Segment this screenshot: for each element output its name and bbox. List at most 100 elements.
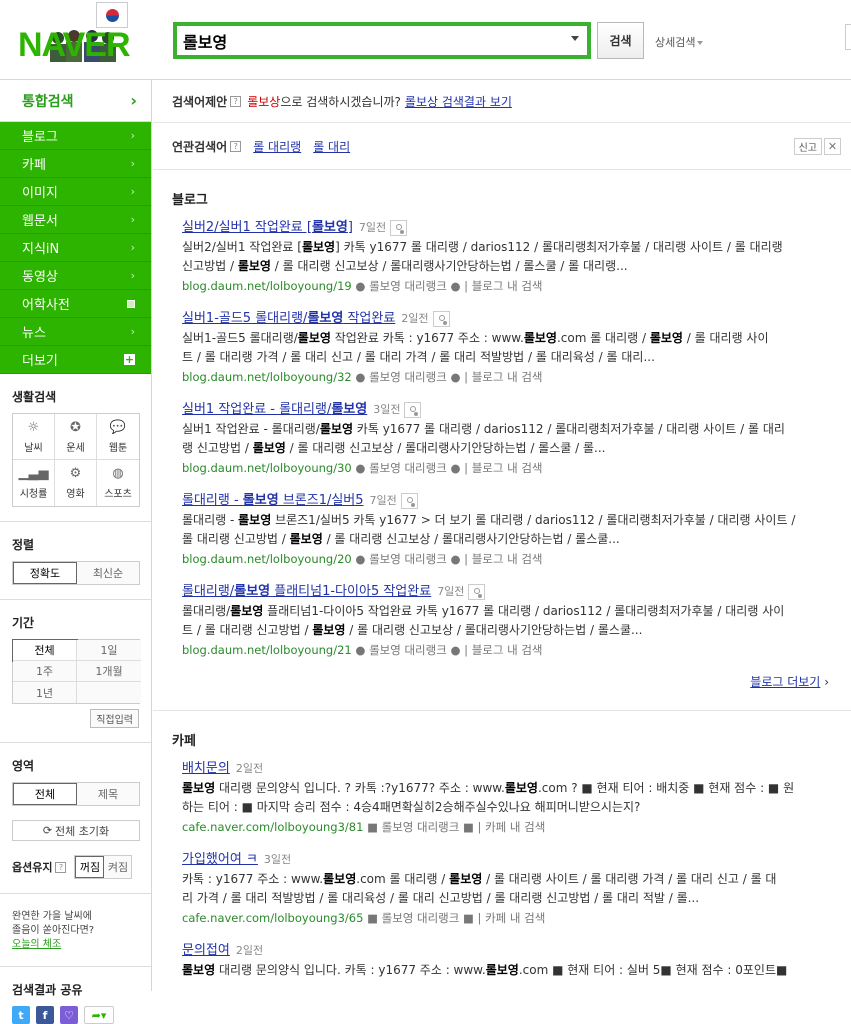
sidebar-item[interactable]: 동영상 › [0,262,151,290]
inner-search-link[interactable]: 블로그 내 검색 [472,370,543,384]
sidebar-item-integrated-search[interactable]: 통합검색 › [0,80,151,122]
result-url[interactable]: blog.daum.net/lolboyoung/21 [182,643,352,657]
result-url[interactable]: blog.daum.net/lolboyoung/20 [182,552,352,566]
share-icon[interactable] [400,492,418,509]
share-icon[interactable] [390,219,408,236]
promo-link[interactable]: 오늘의 체조 [12,938,139,952]
blog-more-link[interactable]: 블로그 더보기 [750,675,820,689]
result-title-link[interactable]: 실버1 작업완료 - 롤대리랭/롤보영 [182,402,367,417]
life-search-item[interactable]: ◍ 스포츠 [97,460,139,506]
naver-logo[interactable]: NAVER [18,2,152,68]
share-icon[interactable] [432,310,450,327]
result-url[interactable]: blog.daum.net/lolboyoung/19 [182,279,352,293]
sort-latest[interactable]: 최신순 [77,562,139,584]
direct-input-button[interactable]: 직접입력 [90,709,139,728]
inner-search-link[interactable]: 블로그 내 검색 [472,461,543,475]
inner-search-link[interactable]: 카페 내 검색 [485,911,545,925]
share-icon[interactable] [468,583,486,600]
sidebar-item[interactable]: 더보기 + [0,346,151,374]
result-title-link[interactable]: 실버1-골드5 롤대리랭/롤보영 작업완료 [182,311,395,326]
suggest-link[interactable]: 롤보상 검색결과 보기 [405,93,512,110]
sidebar-item[interactable]: 이미지 › [0,178,151,206]
area-all[interactable]: 전체 [13,783,77,805]
bullet-icon: ● [351,552,370,566]
inner-search-link[interactable]: 블로그 내 검색 [472,552,543,566]
related-keyword[interactable]: 롤 대리 [313,138,350,155]
twitter-icon[interactable]: t [12,1006,30,1024]
result-title-link[interactable]: 가입했어여 ㅋ [182,852,258,867]
life-search-item[interactable]: ▁▃▅ 시청률 [13,460,55,506]
search-input[interactable] [183,30,553,52]
sidebar-item[interactable]: 지식iN › [0,234,151,262]
detail-search-link[interactable]: 상세검색 [655,34,704,50]
period-1week[interactable]: 1주 [13,661,77,682]
sidebar-item[interactable]: 블로그 › [0,122,151,150]
result-url[interactable]: blog.daum.net/lolboyoung/30 [182,461,352,475]
related-keyword[interactable]: 롤 대리랭 [253,138,301,155]
result-source[interactable]: 롤보영 대리랭크 [369,370,447,384]
sidebar-item[interactable]: 어학사전 [0,290,151,318]
result-title-link[interactable]: 롤대리랭 - 롤보영 브론즈1/실버5 [182,493,364,508]
life-search-item[interactable]: ☼ 날씨 [13,414,55,460]
band-icon[interactable]: ♡ [60,1006,78,1024]
scrollbar[interactable] [845,80,851,991]
cafe-results: 배치문의 2일전 롤보영 대리랭 문의양식 입니다. ? 카톡 :?y1677? 주… [172,759,831,980]
reset-all-button[interactable]: ⟳ 전체 초기화 [12,820,140,841]
result-url[interactable]: blog.daum.net/lolboyoung/32 [182,370,352,384]
result-url[interactable]: cafe.naver.com/lolboyoung3/65 [182,911,363,925]
period-1day[interactable]: 1일 [77,640,141,661]
result-snippet: 롤대리랭 - 롤보영 브론즈1/실버5 카톡 y1677 > 더 보기 롤 대리… [182,513,796,527]
period-1month[interactable]: 1개월 [77,661,141,682]
result-source[interactable]: 롤보영 대리랭크 [382,911,460,925]
sidebar-item-label: 지식iN [22,242,60,257]
result-source[interactable]: 롤보영 대리랭크 [369,552,447,566]
close-icon[interactable]: ✕ [824,138,841,155]
period-all[interactable]: 전체 [12,639,78,662]
result-meta: cafe.naver.com/lolboyoung3/65 ■ 롤보영 대리랭크… [182,910,831,927]
scrollbar-top[interactable] [845,24,851,50]
square-icon [127,299,135,308]
result-source[interactable]: 롤보영 대리랭크 [369,461,447,475]
sort-accuracy[interactable]: 정확도 [13,562,77,584]
search-button[interactable]: 검색 [597,22,644,59]
facebook-icon[interactable]: f [36,1006,54,1024]
result-title-link[interactable]: 배치문의 [182,761,230,776]
result-url[interactable]: cafe.naver.com/lolboyoung3/81 [182,820,363,834]
period-1year[interactable]: 1년 [13,682,77,703]
life-search-item[interactable]: 💬 웹툰 [97,414,139,460]
suggest-text: 으로 검색하시겠습니까? [280,94,401,109]
search-box[interactable] [173,22,591,59]
chevron-right-icon: › [130,185,135,198]
result-title-link[interactable]: 실버2/실버1 작업완료 [롤보영] [182,220,353,235]
sidebar-item-label: 뉴스 [22,326,46,341]
blog-more: 블로그 더보기 › [172,673,831,690]
area-title-only[interactable]: 제목 [77,783,139,805]
sidebar-item[interactable]: 뉴스 › [0,318,151,346]
result-source[interactable]: 롤보영 대리랭크 [369,643,447,657]
result-source[interactable]: 롤보영 대리랭크 [369,279,447,293]
suggest-keyword[interactable]: 롤보상 [247,93,280,110]
sidebar-item[interactable]: 웹문서 › [0,206,151,234]
result-title-link[interactable]: 문의접여 [182,943,230,958]
chevron-right-icon: › [130,157,135,170]
promo-line1: 완연한 가을 날씨에 [12,911,92,922]
help-icon[interactable]: ? [55,861,67,873]
share-more-icon[interactable]: ➦▾ [84,1006,114,1024]
help-icon[interactable]: ? [230,140,242,152]
result-title-link[interactable]: 롤대리랭/롤보영 플래티넘1-다이아5 작업완료 [182,584,431,599]
autocomplete-arrow-icon[interactable] [571,36,579,41]
report-button[interactable]: 신고 [793,138,822,155]
option-keep-on[interactable]: 켜짐 [104,856,132,878]
inner-search-link[interactable]: 블로그 내 검색 [472,643,543,657]
option-keep-off[interactable]: 꺼짐 [75,856,105,878]
share-icon[interactable] [404,401,422,418]
help-icon[interactable]: ? [230,95,242,107]
result-snippet: 신고방법 / 롤보영 / 롤 대리랭 신고보상 / 롤대리랭사기안당하는법 / … [182,259,628,273]
result-source[interactable]: 롤보영 대리랭크 [382,820,460,834]
life-search-item[interactable]: ⚙ 영화 [55,460,97,506]
sidebar-item[interactable]: 카페 › [0,150,151,178]
inner-search-link[interactable]: 카페 내 검색 [485,820,545,834]
life-search-item[interactable]: ✪ 운세 [55,414,97,460]
inner-search-link[interactable]: 블로그 내 검색 [472,279,543,293]
result-snippet: 실버1 작업완료 - 롤대리랭/롤보영 카톡 y1677 롤 대리랭 / dar… [182,422,785,436]
